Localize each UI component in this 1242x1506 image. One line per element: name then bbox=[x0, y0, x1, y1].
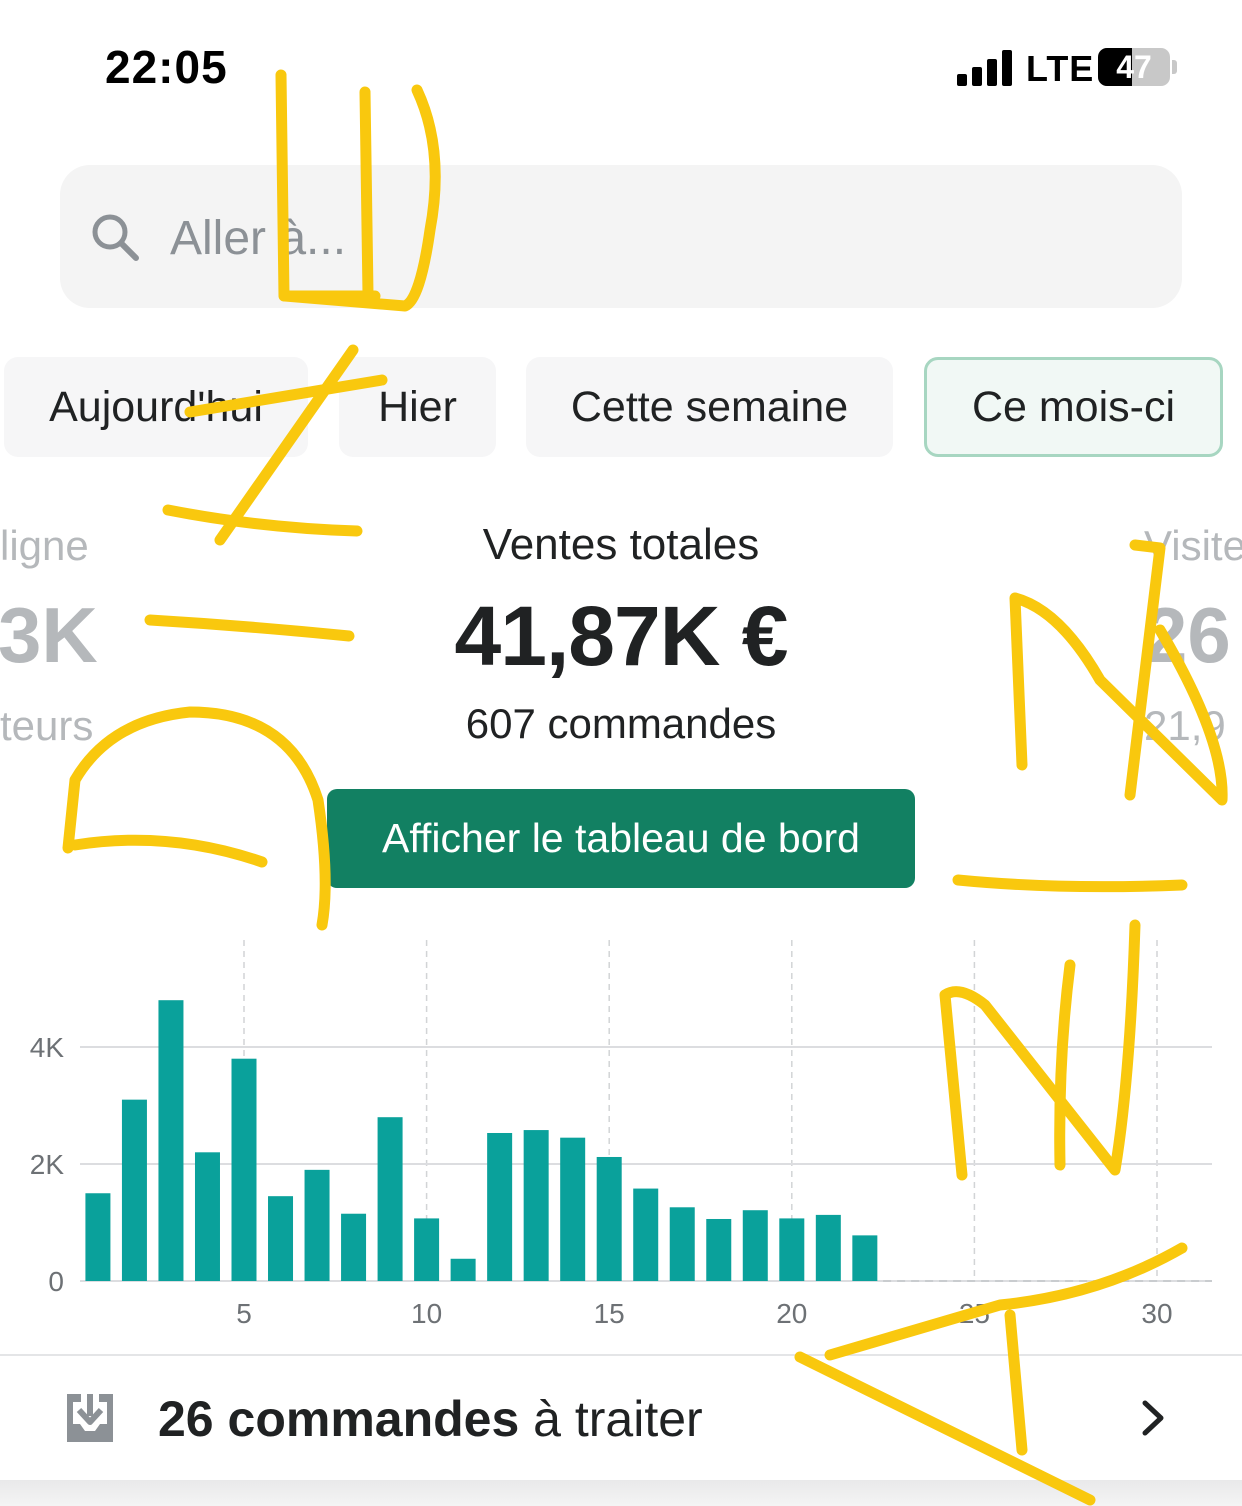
battery-icon: 47 bbox=[1098, 48, 1170, 86]
bar-day-7[interactable] bbox=[304, 1169, 330, 1281]
bar-day-12[interactable] bbox=[487, 1132, 513, 1281]
bottom-edge bbox=[0, 1480, 1242, 1506]
tab-today[interactable]: Aujourd'hui bbox=[4, 357, 308, 457]
bar-day-5[interactable] bbox=[231, 1058, 257, 1281]
metric-right-label: Visite bbox=[1144, 522, 1242, 569]
chevron-right-icon bbox=[1142, 1400, 1164, 1436]
metric-left-sub: teurs bbox=[0, 702, 94, 749]
tab-this-month[interactable]: Ce mois-ci bbox=[924, 357, 1223, 457]
orders-rest: à traiter bbox=[519, 1391, 703, 1447]
view-dashboard-button[interactable]: Afficher le tableau de bord bbox=[327, 789, 915, 888]
bar-day-20[interactable] bbox=[779, 1218, 805, 1281]
metric-right-sub: 21,9 bbox=[1144, 702, 1226, 749]
orders-count: 26 commandes bbox=[158, 1391, 520, 1447]
bar-day-18[interactable] bbox=[706, 1218, 732, 1281]
y-tick-label: 0 bbox=[48, 1266, 64, 1297]
y-tick-label: 2K bbox=[30, 1149, 65, 1180]
x-tick-label: 5 bbox=[236, 1298, 252, 1329]
metric-total-sales-value: 41,87K € bbox=[454, 589, 789, 683]
signal-icon bbox=[957, 50, 1013, 86]
metric-orders-count: 607 commandes bbox=[465, 700, 777, 747]
battery-level: 47 bbox=[1116, 49, 1152, 85]
x-tick-label: 30 bbox=[1141, 1298, 1172, 1329]
bar-day-1[interactable] bbox=[85, 1193, 111, 1281]
network-type: LTE bbox=[1026, 48, 1095, 89]
bar-day-21[interactable] bbox=[815, 1214, 841, 1281]
search-input[interactable] bbox=[168, 205, 1072, 271]
tab-yesterday[interactable]: Hier bbox=[339, 357, 496, 457]
search-icon bbox=[92, 214, 139, 261]
metric-right-value: 26 bbox=[1144, 591, 1231, 679]
bar-day-2[interactable] bbox=[121, 1099, 147, 1281]
status-time: 22:05 bbox=[105, 41, 228, 93]
bar-day-17[interactable] bbox=[669, 1207, 695, 1281]
bar-day-3[interactable] bbox=[158, 1000, 184, 1281]
x-tick-label: 25 bbox=[959, 1298, 990, 1329]
bar-day-6[interactable] bbox=[268, 1196, 294, 1281]
x-tick-label: 10 bbox=[411, 1298, 442, 1329]
bar-day-11[interactable] bbox=[450, 1258, 476, 1281]
metric-total-sales-label: Ventes totales bbox=[482, 520, 760, 569]
metric-left-value: 3K bbox=[0, 591, 98, 679]
sales-bar-chart: 0 2K 4K 5 10 15 20 25 30 bbox=[30, 940, 1212, 1329]
bar-day-16[interactable] bbox=[633, 1188, 659, 1281]
tab-this-week[interactable]: Cette semaine bbox=[526, 357, 893, 457]
search-bar[interactable] bbox=[60, 165, 1182, 308]
orders-to-process-text: 26 commandes à traiter bbox=[158, 1390, 703, 1448]
bar-day-14[interactable] bbox=[560, 1137, 586, 1281]
x-tick-label: 15 bbox=[594, 1298, 625, 1329]
bar-day-15[interactable] bbox=[596, 1156, 622, 1281]
inbox-download-icon bbox=[67, 1394, 113, 1442]
bar-day-10[interactable] bbox=[414, 1218, 440, 1281]
bar-day-4[interactable] bbox=[194, 1152, 220, 1281]
bar-day-13[interactable] bbox=[523, 1130, 549, 1281]
bar-day-19[interactable] bbox=[742, 1210, 768, 1281]
y-tick-label: 4K bbox=[30, 1032, 65, 1063]
bar-day-22[interactable] bbox=[852, 1235, 878, 1281]
bar-day-8[interactable] bbox=[341, 1213, 367, 1281]
x-tick-label: 20 bbox=[776, 1298, 807, 1329]
orders-to-process-row[interactable]: 26 commandes à traiter bbox=[0, 1356, 1242, 1480]
metric-left-label: ligne bbox=[0, 522, 89, 569]
battery-tip bbox=[1172, 60, 1177, 74]
bar-day-9[interactable] bbox=[377, 1117, 403, 1281]
